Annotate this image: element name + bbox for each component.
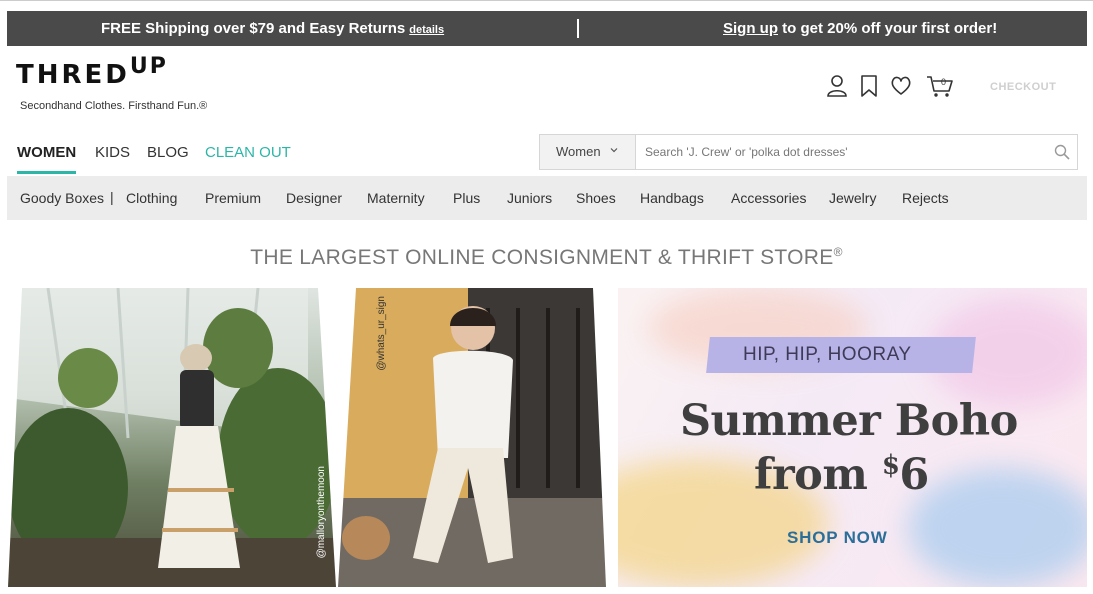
- top-border: [0, 0, 1093, 1]
- headline-line1: Summer Boho: [680, 396, 1018, 446]
- price-symbol: $: [881, 450, 900, 481]
- checkout-button[interactable]: CHECKOUT: [990, 81, 1056, 93]
- cart-icon[interactable]: 0: [926, 74, 954, 98]
- signup-promo-text: to get 20% off your first order!: [778, 20, 998, 37]
- search-input[interactable]: [637, 135, 1037, 169]
- shop-now-button[interactable]: SHOP NOW: [787, 528, 888, 548]
- department-select[interactable]: Women: [540, 135, 636, 169]
- promo-divider: [577, 19, 579, 38]
- signup-promo: Sign up to get 20% off your first order!: [723, 20, 997, 37]
- category-handbags[interactable]: Handbags: [640, 190, 704, 206]
- shipping-promo: FREE Shipping over $79 and Easy Returns d…: [101, 20, 444, 37]
- registered-mark: ®: [833, 245, 843, 259]
- photo2-credit: @whats_ur_sign: [376, 296, 387, 371]
- tab-blog[interactable]: BLOG: [147, 144, 189, 161]
- category-clothing[interactable]: Clothing: [126, 190, 177, 206]
- promo-bar: FREE Shipping over $79 and Easy Returns d…: [7, 11, 1087, 46]
- category-bar: Goody Boxes | Clothing Premium Designer …: [7, 176, 1087, 220]
- cart-count: 0: [941, 77, 946, 87]
- category-juniors[interactable]: Juniors: [507, 190, 552, 206]
- tab-clean-out[interactable]: CLEAN OUT: [205, 144, 291, 161]
- category-accessories[interactable]: Accessories: [731, 190, 806, 206]
- category-designer[interactable]: Designer: [286, 190, 342, 206]
- headline-price: 6: [899, 450, 929, 500]
- shipping-promo-text: FREE Shipping over $79 and Easy Returns: [101, 20, 406, 37]
- category-separator: |: [110, 189, 114, 205]
- department-label: Women: [556, 144, 601, 159]
- signup-link[interactable]: Sign up: [723, 20, 778, 37]
- category-shoes[interactable]: Shoes: [576, 190, 616, 206]
- watercolor-blue: [908, 468, 1087, 587]
- category-premium[interactable]: Premium: [205, 190, 261, 206]
- photo-greenhouse: @malloryonthemoon: [8, 288, 343, 587]
- chevron-down-icon: [610, 148, 618, 153]
- tab-kids[interactable]: KIDS: [95, 144, 130, 161]
- user-icon[interactable]: [826, 74, 848, 98]
- category-rejects[interactable]: Rejects: [902, 190, 949, 206]
- heart-icon[interactable]: [890, 74, 912, 98]
- category-goody-boxes[interactable]: Goody Boxes: [20, 190, 104, 206]
- logo-main: THRED: [16, 60, 130, 90]
- search-icon[interactable]: [1054, 144, 1070, 160]
- photo-wall-seated: @whats_ur_sign: [338, 288, 618, 587]
- photo1-credit: @malloryonthemoon: [316, 466, 327, 559]
- store-title-text: THE LARGEST ONLINE CONSIGNMENT & THRIFT …: [250, 246, 834, 269]
- search-bar: Women: [539, 134, 1078, 170]
- details-link[interactable]: details: [409, 24, 444, 36]
- tagline: Secondhand Clothes. Firsthand Fun.®: [20, 100, 208, 112]
- headline-line2: from $6: [754, 450, 929, 500]
- greenhouse-illustration: [8, 288, 343, 587]
- thredup-logo[interactable]: THREDUP: [16, 54, 168, 90]
- category-plus[interactable]: Plus: [453, 190, 480, 206]
- logo-up: UP: [129, 54, 168, 79]
- tab-women[interactable]: WOMEN: [17, 144, 77, 174]
- category-jewelry[interactable]: Jewelry: [829, 190, 876, 206]
- headline-from: from: [754, 450, 882, 500]
- category-maternity[interactable]: Maternity: [367, 190, 425, 206]
- store-title: THE LARGEST ONLINE CONSIGNMENT & THRIFT …: [0, 245, 1093, 270]
- kicker-text: HIP, HIP, HOORAY: [743, 344, 912, 365]
- bookmark-icon[interactable]: [858, 74, 880, 98]
- hero-banner[interactable]: @malloryonthemoon @whats_ur_sign HIP, HI…: [8, 288, 1087, 587]
